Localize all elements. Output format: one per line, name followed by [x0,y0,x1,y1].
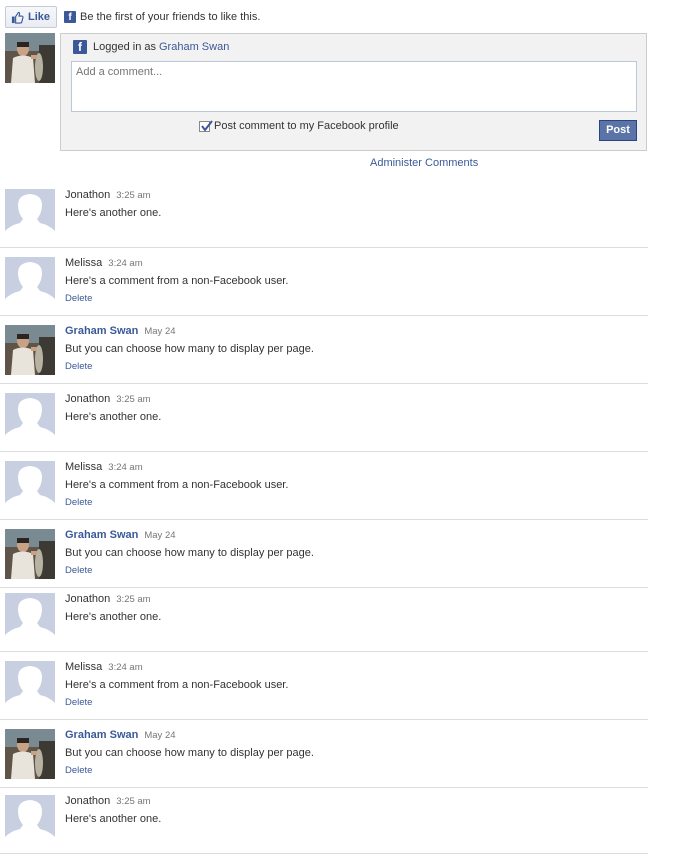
default-avatar-icon [5,661,55,711]
comment-author: Melissa [65,661,103,673]
comment-divider [0,787,648,788]
comment-divider [0,719,648,720]
comment-author[interactable]: Graham Swan [65,325,138,337]
comment-meta: Jonathon 3:25 am [65,795,151,807]
like-button-label: Like [28,11,51,23]
comment-divider [0,383,648,384]
comment-divider [0,587,648,588]
comment-divider [0,651,648,652]
comment-divider [0,451,648,452]
default-avatar-icon [5,593,55,643]
comment-timestamp: 3:25 am [116,394,151,405]
comment-text: But you can choose how many to display p… [65,547,314,559]
comment-text: Here's a comment from a non-Facebook use… [65,275,289,287]
default-avatar-icon [5,393,55,443]
comment-divider [0,247,648,248]
facebook-icon: f [73,40,87,54]
default-avatar-icon [5,795,55,845]
comment-timestamp: 3:24 am [108,462,143,473]
comment-meta: Melissa 3:24 am [65,461,143,473]
post-button[interactable]: Post [599,120,637,141]
avatar [5,33,55,83]
comment-timestamp: 3:24 am [108,662,143,673]
comment-divider [0,315,648,316]
comment-timestamp: May 24 [144,530,176,541]
avatar[interactable] [5,729,55,779]
avatar[interactable] [5,529,55,579]
checkmark-icon [201,119,213,132]
comment-meta: Jonathon 3:25 am [65,593,151,605]
comment-author: Jonathon [65,393,111,405]
administer-comments-link[interactable]: Administer Comments [370,157,478,169]
comment-author: Jonathon [65,189,111,201]
comment-timestamp: 3:24 am [108,258,143,269]
delete-comment-link[interactable]: Delete [65,565,92,576]
like-button[interactable]: Like [5,6,58,28]
logged-in-user-link[interactable]: Graham Swan [159,41,229,53]
comment-author: Jonathon [65,593,111,605]
default-avatar-icon [5,189,55,239]
logged-in-label: Logged in as [93,41,156,53]
comment-author[interactable]: Graham Swan [65,729,138,741]
comment-composer: f Logged in as Graham Swan Post comment … [60,33,647,151]
comment-timestamp: 3:25 am [116,190,151,201]
comment-divider [0,853,648,854]
delete-comment-link[interactable]: Delete [65,293,92,304]
thumbs-up-icon [11,11,24,24]
comment-author: Jonathon [65,795,111,807]
comment-meta: Graham Swan May 24 [65,729,176,741]
comment-text: Here's a comment from a non-Facebook use… [65,679,289,691]
comment-input[interactable] [71,61,637,112]
comment-text: But you can choose how many to display p… [65,747,314,759]
comment-timestamp: 3:25 am [116,594,151,605]
comment-meta: Melissa 3:24 am [65,661,143,673]
comment-timestamp: May 24 [144,326,176,337]
comment-text: Here's another one. [65,611,162,623]
post-to-profile-label: Post comment to my Facebook profile [214,120,399,132]
comment-text: But you can choose how many to display p… [65,343,314,355]
comment-divider [0,519,648,520]
comment-meta: Graham Swan May 24 [65,529,176,541]
comment-meta: Jonathon 3:25 am [65,189,151,201]
default-avatar-icon [5,257,55,307]
comment-meta: Graham Swan May 24 [65,325,176,337]
comment-timestamp: May 24 [144,730,176,741]
logged-in-status: f Logged in as Graham Swan [73,40,229,54]
comment-text: Here's another one. [65,813,162,825]
comment-meta: Melissa 3:24 am [65,257,143,269]
comment-meta: Jonathon 3:25 am [65,393,151,405]
post-to-profile-checkbox[interactable] [199,119,213,132]
delete-comment-link[interactable]: Delete [65,361,92,372]
comment-text: Here's a comment from a non-Facebook use… [65,479,289,491]
delete-comment-link[interactable]: Delete [65,697,92,708]
post-to-profile-option[interactable]: Post comment to my Facebook profile [199,119,399,132]
avatar[interactable] [5,325,55,375]
comment-text: Here's another one. [65,411,162,423]
comment-text: Here's another one. [65,207,162,219]
delete-comment-link[interactable]: Delete [65,765,92,776]
comment-author[interactable]: Graham Swan [65,529,138,541]
comment-timestamp: 3:25 am [116,796,151,807]
facebook-icon: f [64,11,77,23]
default-avatar-icon [5,461,55,511]
like-summary-text: Be the first of your friends to like thi… [80,11,261,23]
like-bar: Like f Be the first of your friends to l… [5,5,260,29]
delete-comment-link[interactable]: Delete [65,497,92,508]
comment-author: Melissa [65,461,103,473]
comment-author: Melissa [65,257,103,269]
